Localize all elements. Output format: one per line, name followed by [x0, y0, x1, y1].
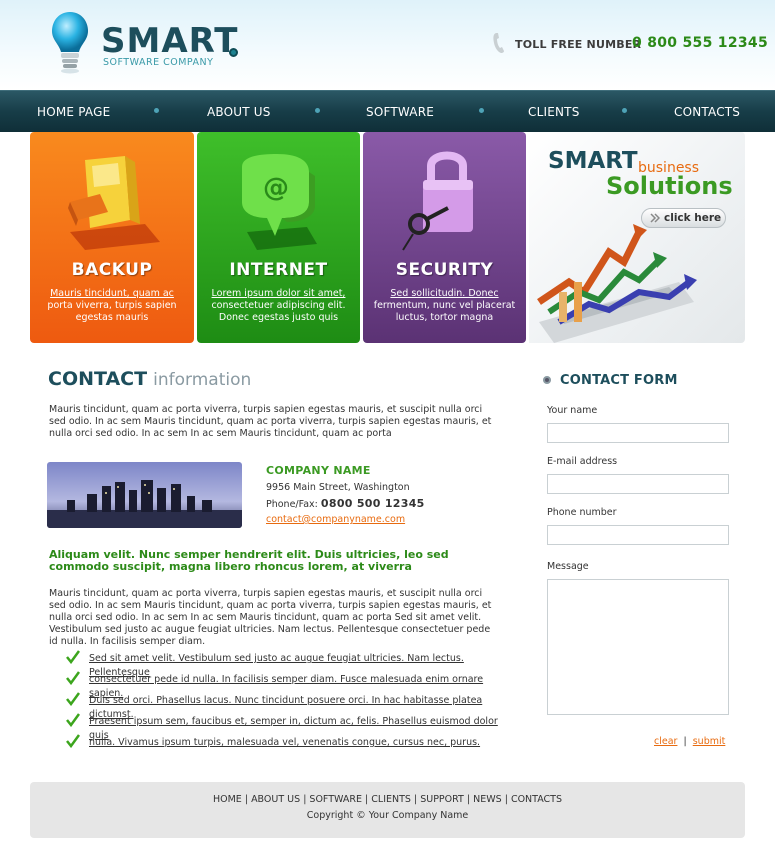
footer-link-software[interactable]: SOFTWARE [309, 794, 362, 805]
company-name: COMPANY NAME [266, 464, 371, 477]
logo-subtitle: SOFTWARE COMPANY [103, 57, 214, 68]
nav-separator-icon [154, 108, 159, 113]
footer-link-about-us[interactable]: ABOUT US [251, 794, 300, 805]
nav-about-us[interactable]: ABOUT US [207, 105, 271, 119]
feature-banner: BACKUP Mauris tincidunt, quam ac porta v… [30, 132, 745, 343]
contact-body-text: Mauris tincidunt, quam ac porta viverra,… [49, 588, 492, 647]
footer-link-home[interactable]: HOME [213, 794, 242, 805]
tile-backup-link[interactable]: Mauris tincidunt, quam ac [40, 288, 184, 300]
green-subheading: Aliquam velit. Nunc semper hendrerit eli… [49, 548, 449, 573]
tile-internet[interactable]: @ INTERNET Lorem ipsum dolor sit amet, c… [197, 132, 360, 343]
at-sign-icon: @ [242, 154, 317, 250]
list-item: consectetuer pede id nulla. In facilisis… [66, 671, 506, 699]
nav-home-page[interactable]: HOME PAGE [37, 105, 110, 119]
tile-backup-text: Mauris tincidunt, quam ac porta viverra,… [40, 288, 184, 324]
tile-internet-link[interactable]: Lorem ipsum dolor sit amet, [207, 288, 350, 300]
tile-internet-title: INTERNET [229, 260, 328, 280]
clear-button[interactable]: clear [654, 736, 677, 747]
city-skyline-image [47, 462, 242, 528]
nav-clients[interactable]: CLIENTS [528, 105, 580, 119]
tollfree-number: 0 800 555 12345 [632, 35, 769, 51]
form-actions: clear | submit [654, 736, 726, 747]
list-item: Sed sit amet velit. Vestibulum sed justo… [66, 650, 506, 678]
nav-separator-icon [479, 108, 484, 113]
phone-label: Phone number [547, 507, 617, 518]
phone-icon [493, 33, 504, 53]
footer-link-clients[interactable]: CLIENTS [371, 794, 411, 805]
checkmark-icon [66, 713, 80, 727]
company-street: 9956 Main Street, Washington [266, 482, 410, 493]
nav-separator-icon [622, 108, 627, 113]
tile-security-title: SECURITY [395, 260, 494, 280]
footer-nav: HOME | ABOUT US | SOFTWARE | CLIENTS | S… [212, 794, 563, 805]
bullet-list: Sed sit amet velit. Vestibulum sed justo… [66, 650, 506, 757]
nav-contacts[interactable]: CONTACTS [674, 105, 740, 119]
submit-button[interactable]: submit [693, 736, 726, 747]
header: SMART SOFTWARE COMPANY TOLL FREE NUMBER … [0, 0, 775, 90]
svg-text:@: @ [263, 173, 289, 203]
copyright-text: Copyright © Your Company Name [306, 810, 469, 821]
click-here-button[interactable]: click here [641, 208, 726, 228]
checkmark-icon [66, 734, 80, 748]
tile-security-link[interactable]: Sed sollicitudin. Donec [373, 288, 516, 300]
promo-smart-text: SMART [548, 148, 638, 174]
double-chevron-right-icon [650, 213, 660, 223]
contact-heading: CONTACT information [48, 368, 252, 390]
nav-software[interactable]: SOFTWARE [366, 105, 434, 119]
checkmark-icon [66, 692, 80, 706]
message-field[interactable] [547, 579, 729, 715]
footer-link-contacts[interactable]: CONTACTS [511, 794, 562, 805]
message-label: Message [547, 561, 589, 572]
tile-internet-text: Lorem ipsum dolor sit amet, consectetuer… [207, 288, 350, 324]
list-item: nulla. Vivamus ipsum turpis, malesuada v… [66, 734, 506, 757]
list-item: Duis sed orci. Phasellus lacus. Nunc tin… [66, 692, 506, 720]
name-label: Your name [547, 405, 598, 416]
name-field[interactable] [547, 423, 729, 443]
padlock-icon [402, 151, 473, 251]
contact-form-title: CONTACT FORM [560, 373, 678, 388]
contact-intro-text: Mauris tincidunt, quam ac porta viverra,… [49, 404, 492, 439]
email-label: E-mail address [547, 456, 618, 467]
main-content: CONTACT information Mauris tincidunt, qu… [30, 352, 745, 767]
company-email-link[interactable]: contact@companyname.com [266, 514, 405, 525]
list-item: Praesent ipsum sem, faucibus et, semper … [66, 713, 506, 741]
checkmark-icon [66, 671, 80, 685]
logo-title: SMART [101, 21, 239, 61]
tollfree-label: TOLL FREE NUMBER [515, 38, 642, 51]
tile-backup[interactable]: BACKUP Mauris tincidunt, quam ac porta v… [30, 132, 194, 343]
phone-field[interactable] [547, 525, 729, 545]
logo-dot-icon [229, 48, 238, 57]
promo-panel: SMART business Solutions click here [529, 132, 745, 343]
floppy-disk-icon [68, 156, 160, 250]
checkmark-icon [66, 650, 80, 664]
footer-link-news[interactable]: NEWS [473, 794, 502, 805]
nav-separator-icon [315, 108, 320, 113]
email-field[interactable] [547, 474, 729, 494]
tile-security[interactable]: SECURITY Sed sollicitudin. Donec ferment… [363, 132, 526, 343]
click-here-label: click here [664, 212, 722, 224]
bullet-link[interactable]: nulla. Vivamus ipsum turpis, malesuada v… [89, 737, 480, 748]
promo-solutions-text: Solutions [606, 172, 733, 200]
company-phone: Phone/Fax: 0800 500 12345 [266, 497, 425, 510]
bullet-dot-icon [543, 376, 551, 384]
tile-backup-title: BACKUP [71, 260, 153, 280]
footer-link-support[interactable]: SUPPORT [420, 794, 464, 805]
lightbulb-logo-icon [52, 12, 88, 74]
main-nav: HOME PAGE ABOUT US SOFTWARE CLIENTS CONT… [0, 90, 775, 132]
tile-security-text: Sed sollicitudin. Donec fermentum, nunc … [373, 288, 516, 323]
footer: HOME | ABOUT US | SOFTWARE | CLIENTS | S… [30, 782, 745, 838]
